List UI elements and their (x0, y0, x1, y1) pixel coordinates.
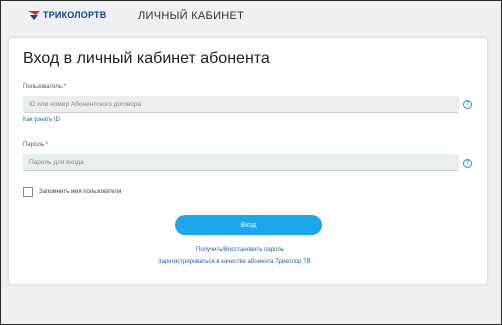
password-label: Пароль:* (23, 142, 48, 148)
top-header: ТРИКОЛОРТВ ЛИЧНЫЙ КАБИНЕТ (1, 1, 501, 31)
recover-password-link[interactable]: Получить/Восстановить пароль (196, 247, 284, 253)
find-id-link[interactable]: Как узнать ID (23, 117, 60, 123)
user-label: Пользователь:* (23, 84, 66, 90)
register-link[interactable]: Зарегистрироваться в качестве абонента Т… (158, 259, 311, 265)
login-button[interactable]: Вход (175, 215, 322, 235)
remember-checkbox[interactable] (23, 187, 33, 197)
question-circle-icon[interactable]: ? (463, 159, 472, 168)
password-input[interactable] (23, 154, 459, 171)
question-circle-icon[interactable]: ? (463, 100, 472, 109)
user-id-input[interactable] (23, 96, 459, 113)
login-title: Вход в личный кабинет абонента (23, 50, 270, 67)
logo-text: ТРИКОЛОРТВ (43, 10, 107, 20)
remember-row: Запомнить имя пользователя (23, 187, 121, 197)
browser-viewport: ТРИКОЛОРТВ ЛИЧНЫЙ КАБИНЕТ Вход в личный … (0, 0, 502, 325)
remember-label: Запомнить имя пользователя (39, 189, 122, 195)
tricolor-logo-icon (28, 11, 40, 20)
login-card: Вход в личный кабинет абонента Пользоват… (9, 38, 487, 284)
tricolor-logo[interactable]: ТРИКОЛОРТВ (27, 7, 106, 23)
page-title: ЛИЧНЫЙ КАБИНЕТ (138, 10, 245, 22)
